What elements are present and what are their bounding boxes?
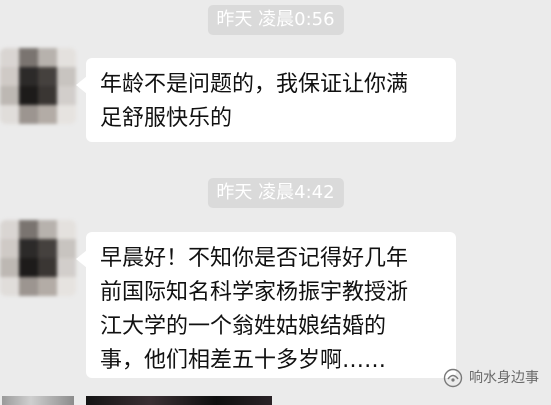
watermark-text: 响水身边事	[469, 370, 539, 386]
message-text-line: 年龄不是问题的，我保证让你满	[100, 72, 409, 97]
message-text-line: 前国际知名科学家杨振宇教授浙	[100, 280, 409, 305]
message-text-line: 事，他们相差五十多岁啊……	[100, 348, 387, 373]
message-text-line: 江大学的一个翁姓姑娘结婚的	[100, 314, 387, 339]
image-message-partial[interactable]	[86, 396, 272, 405]
watermark: 响水身边事	[443, 368, 539, 388]
avatar[interactable]	[0, 48, 76, 124]
next-message-preview	[0, 396, 551, 405]
message-timestamp: 昨天 凌晨0:56	[207, 5, 344, 35]
chat-window: 昨天 凌晨0:56 年龄不是问题的，我保证让你满 足舒服快乐的 昨天 凌晨4:4…	[0, 0, 551, 405]
message-text-line: 足舒服快乐的	[100, 106, 233, 131]
message-bubble[interactable]: 早晨好！不知你是否记得好几年 前国际知名科学家杨振宇教授浙 江大学的一个翁姓姑娘…	[76, 232, 456, 378]
avatar[interactable]	[0, 220, 76, 296]
message-text-line: 早晨好！不知你是否记得好几年	[100, 246, 409, 271]
avatar-partial	[2, 396, 74, 405]
message-bubble[interactable]: 年龄不是问题的，我保证让你满 足舒服快乐的	[76, 58, 456, 142]
wechat-channel-icon	[443, 368, 463, 388]
message-timestamp: 昨天 凌晨4:42	[207, 178, 344, 208]
